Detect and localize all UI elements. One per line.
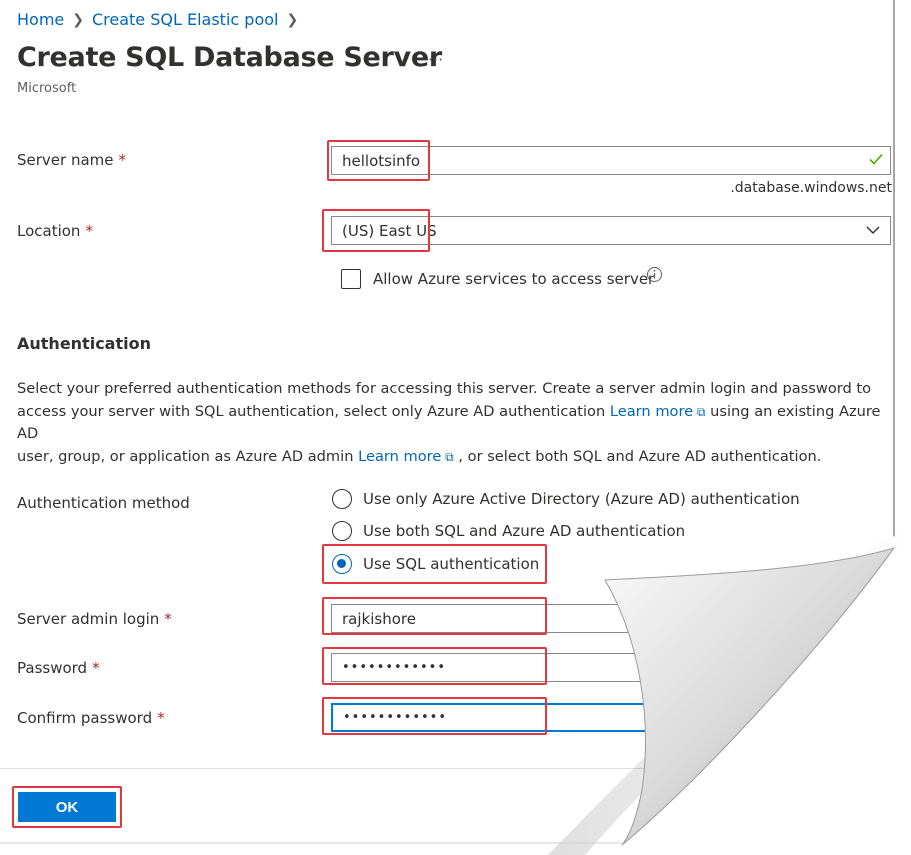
create-server-blade: Home ❯ Create SQL Elastic pool ❯ Create … [0, 0, 911, 855]
page-curl-decoration [0, 0, 911, 855]
